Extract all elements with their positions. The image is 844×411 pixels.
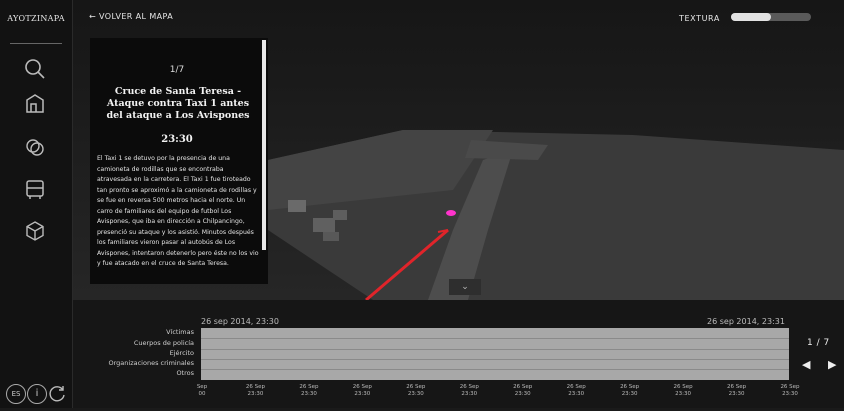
timeline-start-date: 26 sep 2014, 23:30 (201, 317, 279, 326)
cube-icon[interactable] (22, 218, 48, 244)
brand-logo[interactable]: AYOTZINAPA (6, 14, 66, 23)
category-army: Ejército (169, 349, 194, 357)
event-pager: 1 / 7 (807, 338, 830, 348)
timeline-tick: 26 Sep 23:30 (399, 384, 433, 398)
event-marker[interactable] (446, 210, 456, 216)
event-description: El Taxi 1 se detuvo por la presencia de … (97, 155, 259, 267)
category-others: Otros (176, 369, 194, 377)
event-card: 1/7 Cruce de Santa Teresa - Ataque contr… (90, 38, 268, 284)
timeline-track[interactable] (201, 328, 789, 380)
tick-date: 26 Sep (726, 384, 747, 390)
bottom-controls: ES i (6, 384, 72, 406)
tick-time: 23:30 (728, 391, 745, 397)
search-icon[interactable] (22, 56, 48, 82)
tick-time: 23:30 (407, 391, 424, 397)
texture-slider[interactable] (731, 13, 811, 21)
tick-date: 26 Sep (673, 384, 693, 390)
tick-date: 26 Sep (459, 384, 479, 390)
timeline-row-divider (201, 359, 789, 360)
tick-date: Sep (196, 384, 208, 390)
buildings-icon[interactable] (22, 90, 48, 116)
event-time: 23:30 (161, 134, 193, 145)
tick-date: 26 Sep (620, 384, 640, 390)
prev-event-button[interactable]: ◀ (802, 358, 810, 371)
timeline-tick: 26 Sep 23:30 (345, 384, 379, 398)
brand-divider (10, 43, 62, 44)
refresh-icon[interactable] (48, 384, 66, 402)
timeline-end-date: 26 sep 2014, 23:31 (707, 317, 785, 326)
next-event-button[interactable]: ▶ (828, 358, 836, 371)
tick-date: 26 Sep (299, 384, 319, 390)
texture-label: TEXTURA (679, 14, 720, 23)
back-to-map-link[interactable]: ← VOLVER AL MAPA (89, 12, 173, 21)
tick-time: 23:30 (621, 391, 638, 397)
tick-date: 26 Sep (245, 384, 266, 390)
category-victims: Víctimas (166, 328, 194, 336)
timeline-tick: 26 Sep 23:30 (773, 384, 807, 398)
timeline-tick: 26 Sep 23:30 (613, 384, 647, 398)
bus-icon[interactable] (22, 176, 48, 202)
timeline-row-divider (201, 338, 789, 339)
timeline-tick: 26 Sep 23:30 (292, 384, 326, 398)
texture-slider-fill (731, 13, 771, 21)
tick-time: 23:30 (514, 391, 531, 397)
tick-date: 26 Sep (780, 384, 800, 390)
tick-date: 26 Sep (406, 384, 426, 390)
timeline-tick: 26 Sep 23:30 (720, 384, 754, 398)
event-title: Cruce de Santa Teresa - Ataque contra Ta… (106, 86, 250, 121)
timeline-row-divider (201, 369, 789, 370)
category-criminal-orgs: Organizaciones criminales (108, 359, 194, 367)
event-counter: 1/7 (169, 65, 185, 75)
tick-time: 23:30 (568, 391, 585, 397)
tick-time: 23:30 (461, 391, 478, 397)
tick-date: 26 Sep (566, 384, 586, 390)
category-police: Cuerpos de policía (133, 339, 194, 347)
tick-date: 26 Sep (513, 384, 533, 390)
tick-time: 23:30 (300, 391, 317, 397)
es-icon[interactable]: ES (6, 384, 26, 404)
sidebar: AYOTZINAPA ES i (0, 0, 73, 408)
info-icon[interactable]: i (27, 384, 47, 404)
tick-time: 23:30 (782, 391, 798, 397)
timeline-tick: 26 Sep 23:30 (559, 384, 593, 398)
timeline-tick: 26 Sep 23:30 (666, 384, 700, 398)
tick-date: 26 Sep (352, 384, 372, 390)
timeline-tick: Sep 00 (185, 384, 219, 398)
tick-time: 23:30 (247, 391, 264, 397)
layers-icon[interactable] (22, 134, 48, 160)
timeline-tick: 26 Sep 23:30 (238, 384, 272, 398)
chevron-down-icon[interactable]: ⌄ (449, 279, 481, 295)
tick-time: 23:30 (354, 391, 371, 397)
tick-time: 23:30 (675, 391, 691, 397)
timeline-tick: 26 Sep 23:30 (452, 384, 486, 398)
tick-time: 00 (198, 391, 206, 397)
timeline-row-divider (201, 349, 789, 350)
timeline-tick: 26 Sep 23:30 (506, 384, 540, 398)
